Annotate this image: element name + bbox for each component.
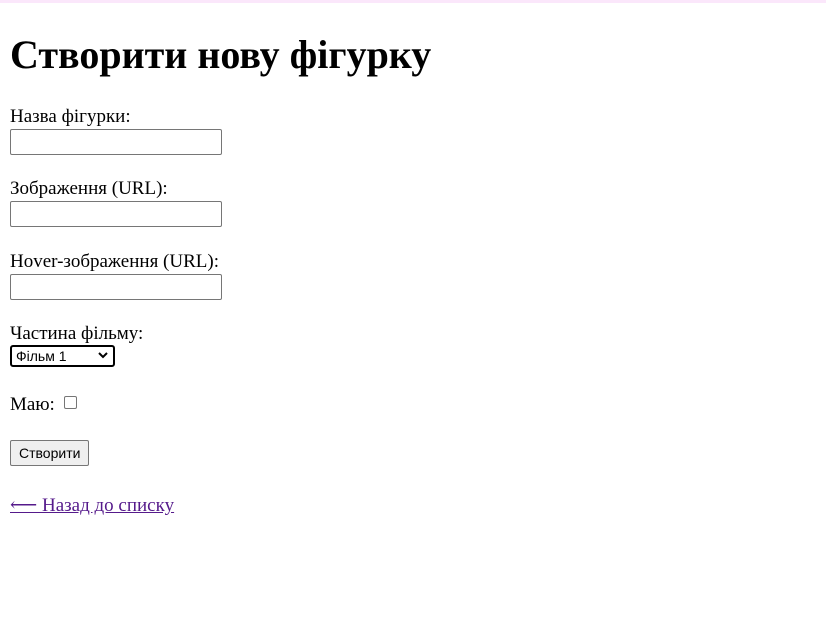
hover-image-url-input[interactable] bbox=[10, 274, 222, 300]
owned-field-group: Маю: bbox=[10, 395, 77, 415]
name-field-group: Назва фігурки: bbox=[10, 107, 222, 155]
create-button[interactable]: Створити bbox=[10, 440, 90, 466]
image-label: Зображення (URL): bbox=[10, 178, 168, 199]
name-label: Назва фігурки: bbox=[10, 106, 131, 127]
image-url-input[interactable] bbox=[10, 201, 222, 227]
film-field-group: Частина фільму: Фільм 1 bbox=[10, 324, 143, 367]
owned-checkbox[interactable] bbox=[63, 395, 77, 409]
image-field-group: Зображення (URL): bbox=[10, 179, 222, 227]
page-title: Створити нову фігурку bbox=[10, 32, 432, 77]
name-input[interactable] bbox=[10, 129, 222, 155]
film-label: Частина фільму: bbox=[10, 323, 144, 344]
hover-field-group: Hover-зображення (URL): bbox=[10, 252, 222, 300]
film-select[interactable]: Фільм 1 bbox=[10, 345, 115, 367]
top-border bbox=[0, 0, 826, 3]
chevron-down-icon bbox=[98, 352, 108, 359]
back-to-list-link[interactable]: ⟵ Назад до списку bbox=[10, 495, 174, 517]
hover-image-label: Hover-зображення (URL): bbox=[10, 251, 219, 272]
film-select-value: Фільм 1 bbox=[16, 348, 67, 364]
owned-label: Маю: bbox=[10, 394, 55, 415]
